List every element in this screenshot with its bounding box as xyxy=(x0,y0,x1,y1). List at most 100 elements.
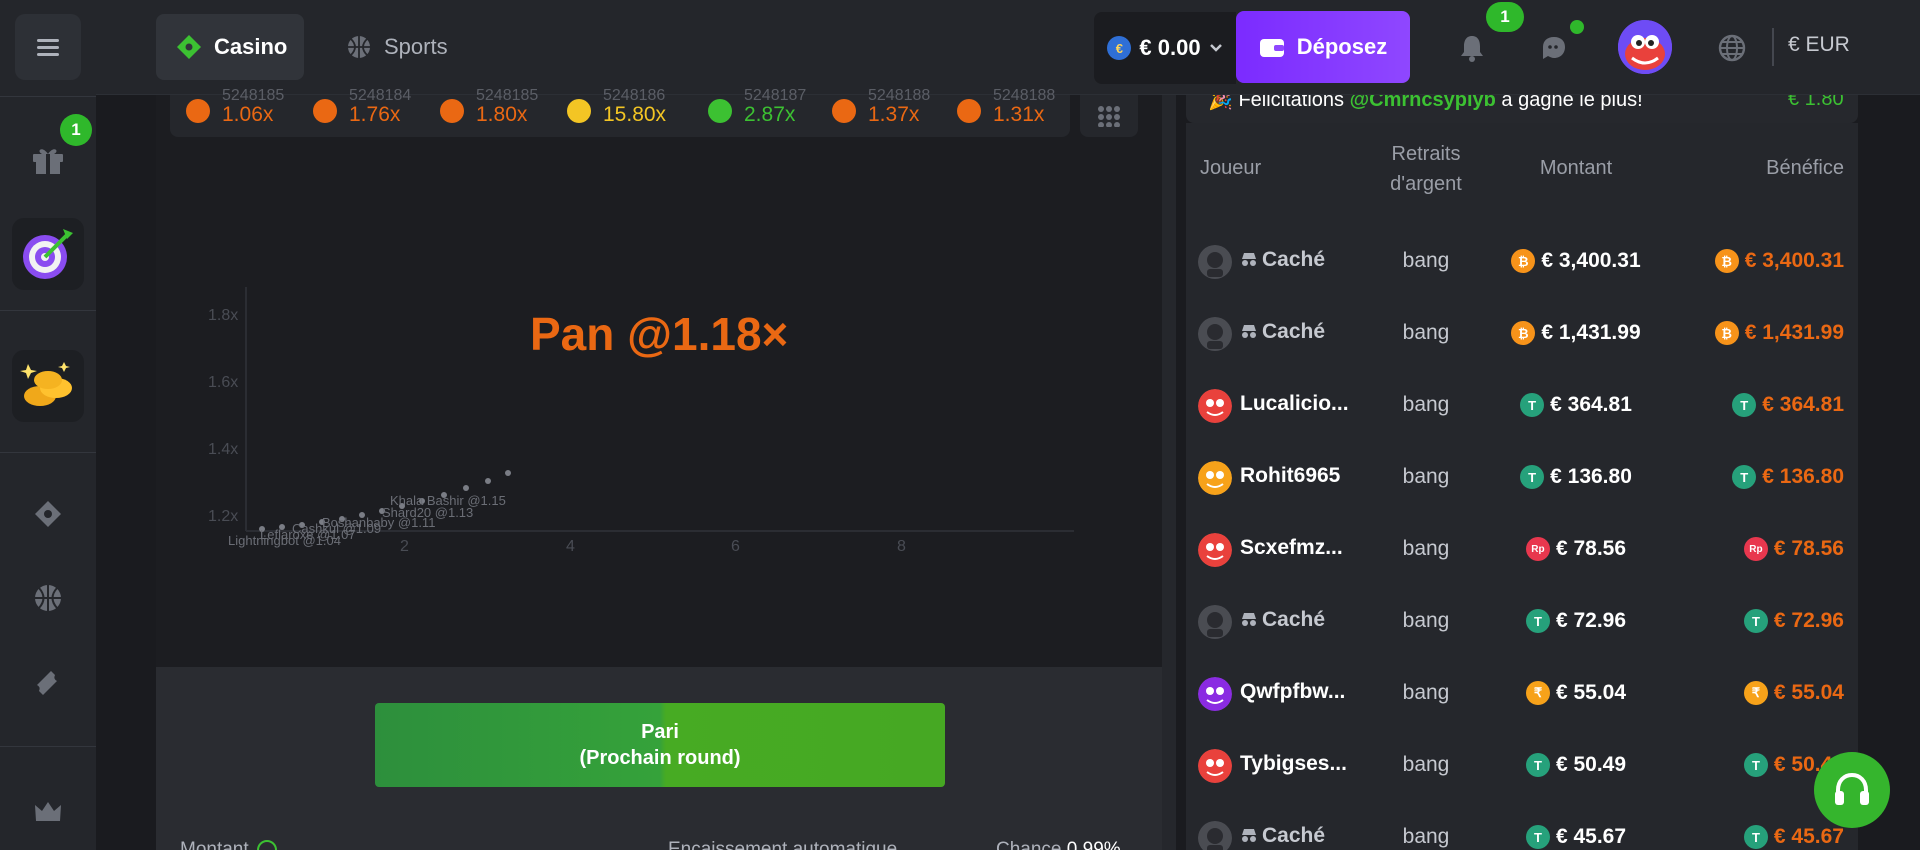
table-row[interactable]: Tybigses... bang T € 50.49 T € 50.49 xyxy=(1186,731,1858,803)
deposit-button[interactable]: Déposez xyxy=(1236,11,1410,83)
currency-selector[interactable]: € EUR xyxy=(1788,33,1850,57)
tab-casino[interactable]: Casino xyxy=(156,14,304,80)
player-name: Caché xyxy=(1240,824,1325,848)
column-header-profit: Bénéfice xyxy=(1766,157,1844,179)
bet-amount: T € 364.81 xyxy=(1506,393,1646,417)
darts-game-tile[interactable] xyxy=(12,218,84,290)
congrats-user[interactable]: @Cmrncsypiyb xyxy=(1350,95,1496,111)
player-avatar xyxy=(1198,533,1232,567)
column-header-cashout-line2: d'argent xyxy=(1390,173,1462,195)
crash-chart: 1.8x 1.6x 1.4x 1.2x 2 4 6 8 Khala Bashir… xyxy=(208,287,1074,555)
sidebar-divider xyxy=(0,310,96,311)
btc-coin-icon: ₿ xyxy=(1714,249,1739,273)
bet-profit: ₹ € 55.04 xyxy=(1743,681,1844,705)
player-name-text: Rohit6965 xyxy=(1240,464,1341,487)
history-dot-icon xyxy=(957,99,981,123)
deposit-label: Déposez xyxy=(1296,34,1388,59)
bet-amount: ₹ € 55.04 xyxy=(1506,681,1646,705)
bet-amount-text: € 78.56 xyxy=(1555,537,1627,560)
ticket-icon[interactable] xyxy=(30,664,66,700)
casino-tab-icon xyxy=(177,35,201,59)
player-name: Scxefmz... xyxy=(1240,536,1343,560)
history-dot-icon xyxy=(313,99,337,123)
idr-coin-icon: Rp xyxy=(1743,537,1768,561)
history-grid-button[interactable] xyxy=(1080,95,1138,137)
notifications-badge: 1 xyxy=(1486,2,1524,32)
bet-profit: T € 72.96 xyxy=(1743,609,1844,633)
chance-value: 0.99% xyxy=(1066,839,1121,850)
crown-icon[interactable] xyxy=(30,794,66,830)
bet-amount-text: € 1,431.99 xyxy=(1541,321,1641,344)
bell-icon[interactable] xyxy=(1454,30,1490,66)
bet-button-sublabel: (Prochain round) xyxy=(579,747,741,769)
player-name: Rohit6965 xyxy=(1240,464,1340,488)
bet-profit-text: € 78.56 xyxy=(1773,537,1844,560)
tab-sports[interactable]: Sports xyxy=(326,14,466,80)
left-sidebar: 1 xyxy=(0,0,96,850)
cashout-value: bang xyxy=(1402,609,1450,632)
player-avatar xyxy=(1198,749,1232,783)
chance-label: Chance 0.99% xyxy=(996,839,1121,850)
bet-button-label: Pari xyxy=(641,721,679,743)
table-row[interactable]: Caché bang ₿ € 3,400.31 ₿ € 3,400.31 xyxy=(1186,227,1858,299)
menu-icon xyxy=(37,45,59,49)
table-row[interactable]: Scxefmz... bang Rp € 78.56 Rp € 78.56 xyxy=(1186,515,1858,587)
gift-badge: 1 xyxy=(60,114,92,146)
table-row[interactable]: Rohit6965 bang T € 136.80 T € 136.80 xyxy=(1186,443,1858,515)
hamburger-menu-button[interactable] xyxy=(15,14,81,80)
player-name-text: Caché xyxy=(1262,824,1326,847)
player-avatar xyxy=(1198,677,1232,711)
amount-label: Montant xyxy=(180,839,277,850)
history-multiplier: 1.06x xyxy=(222,103,274,126)
table-row[interactable]: Qwfpfbw... bang ₹ € 55.04 ₹ € 55.04 xyxy=(1186,659,1858,731)
table-row[interactable]: Caché bang T € 72.96 T € 72.96 xyxy=(1186,587,1858,659)
table-row[interactable]: Caché bang T € 45.67 T € 45.67 xyxy=(1186,803,1858,850)
column-header-cashout-line1: Retraits xyxy=(1391,143,1461,165)
player-name-text: Scxefmz... xyxy=(1240,536,1343,559)
cashout-value: bang xyxy=(1402,249,1450,272)
player-name: Tybigses... xyxy=(1240,752,1347,776)
gift-icon[interactable] xyxy=(30,145,66,175)
headset-icon xyxy=(1835,772,1869,805)
user-avatar[interactable] xyxy=(1618,20,1672,74)
cashout-value: bang xyxy=(1402,753,1450,776)
usdt-coin-icon: T xyxy=(1732,465,1757,489)
history-multiplier: 15.80x xyxy=(603,103,667,126)
usdt-coin-icon: T xyxy=(1732,393,1757,417)
idr-coin-icon: Rp xyxy=(1525,537,1550,561)
tab-casino-label: Casino xyxy=(214,34,288,59)
chat-icon[interactable] xyxy=(1536,30,1572,66)
incognito-icon xyxy=(1240,824,1262,847)
info-icon[interactable] xyxy=(256,840,277,850)
history-dot-icon xyxy=(440,99,464,123)
player-avatar xyxy=(1198,317,1232,351)
bet-panel: Pari (Prochain round) Montant Encaisseme… xyxy=(156,667,1162,850)
sidebar-divider xyxy=(0,452,96,453)
btc-coin-icon: ₿ xyxy=(1714,321,1739,345)
inr-coin-icon: ₹ xyxy=(1525,681,1550,705)
player-name-text: Tybigses... xyxy=(1240,752,1347,775)
balance-selector[interactable]: € € 0.00 xyxy=(1094,12,1236,84)
bet-button[interactable]: Pari (Prochain round) xyxy=(375,703,945,787)
history-multiplier: 1.80x xyxy=(476,103,528,126)
bet-amount-text: € 72.96 xyxy=(1555,609,1627,632)
cashout-value: bang xyxy=(1402,537,1450,560)
language-globe-icon[interactable] xyxy=(1714,30,1750,66)
amount-label-text: Montant xyxy=(180,839,249,850)
support-chat-button[interactable] xyxy=(1814,752,1890,828)
chance-label-text: Chance xyxy=(996,839,1062,850)
congrats-prefix: 🎉 Félicitations xyxy=(1208,95,1345,111)
casino-icon[interactable] xyxy=(30,496,66,532)
bet-amount: T € 50.49 xyxy=(1506,753,1646,777)
table-row[interactable]: Caché bang ₿ € 1,431.99 ₿ € 1,431.99 xyxy=(1186,299,1858,371)
usdt-coin-icon: T xyxy=(1520,465,1545,489)
y-tick-1.8: 1.8x xyxy=(208,307,238,324)
panel-divider xyxy=(1162,95,1176,850)
x-tick-4: 4 xyxy=(566,538,575,555)
coins-game-tile[interactable] xyxy=(12,350,84,422)
cashout-value: bang xyxy=(1402,321,1450,344)
table-row[interactable]: Lucalicio... bang T € 364.81 T € 364.81 xyxy=(1186,371,1858,443)
column-header-amount: Montant xyxy=(1539,157,1613,179)
usdt-coin-icon: T xyxy=(1525,825,1550,849)
basketball-icon[interactable] xyxy=(30,580,66,616)
